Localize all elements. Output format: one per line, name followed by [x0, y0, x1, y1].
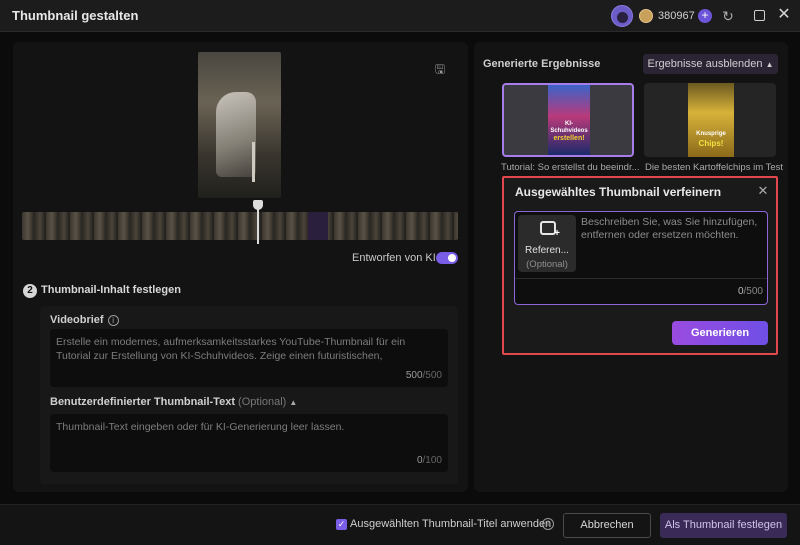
apply-title-label[interactable]: Ausgewählten Thumbnail-Titel anwenden: [350, 518, 551, 530]
video-timeline[interactable]: [22, 212, 458, 240]
save-icon[interactable]: 🖫: [433, 62, 447, 76]
divider: [515, 278, 767, 279]
result-thumbnail-image: Knusprige Chips!: [688, 83, 734, 157]
thumbnail-art-text: KI-Schuhvideos: [550, 121, 588, 134]
preview-shoe-image: [216, 92, 256, 177]
videobrief-label: Videobrief i: [50, 314, 119, 326]
close-window-icon[interactable]: ✕: [775, 5, 793, 25]
reference-optional-label: (Optional): [526, 259, 568, 270]
refine-counter: 0/500: [737, 286, 763, 297]
cancel-button[interactable]: Abbrechen: [563, 513, 651, 538]
thumbnail-preview: [198, 52, 281, 198]
custom-text-counter: 0/100: [416, 455, 442, 466]
custom-text-textarea[interactable]: Thumbnail-Text eingeben oder für KI-Gene…: [50, 414, 448, 472]
custom-text-label: Benutzerdefinierter Thumbnail-Text (Opti…: [50, 396, 298, 408]
chevron-up-icon: ▲: [765, 60, 774, 69]
info-icon[interactable]: i: [107, 315, 119, 326]
step-number-badge: 2: [23, 284, 37, 298]
custom-text-placeholder: Thumbnail-Text eingeben oder für KI-Gene…: [56, 421, 345, 433]
section-title: Thumbnail-Inhalt festlegen: [41, 284, 181, 296]
add-image-icon: [540, 221, 560, 239]
dialog-title: Ausgewähltes Thumbnail verfeinern: [515, 185, 722, 199]
add-credits-button[interactable]: +: [698, 9, 712, 23]
result-thumbnail-image: KI-Schuhvideos erstellen!: [548, 85, 590, 155]
result-caption: Tutorial: So erstellst du beeindr...: [501, 162, 640, 173]
optional-label: (Optional): [238, 396, 287, 408]
reference-image-upload[interactable]: Referen... (Optional): [518, 215, 576, 272]
result-thumbnail[interactable]: Knusprige Chips!: [644, 83, 776, 157]
window-title: Thumbnail gestalten: [12, 8, 139, 23]
credits-count: 380967: [658, 10, 695, 22]
ai-designed-label: Entworfen von KI: [352, 252, 436, 264]
close-icon[interactable]: ✕: [756, 184, 770, 198]
info-icon[interactable]: i: [542, 518, 554, 530]
reference-label: Referen...: [525, 245, 569, 256]
refine-prompt-input[interactable]: Beschreiben Sie, was Sie hinzufügen, ent…: [581, 216, 765, 242]
chevron-up-icon[interactable]: ▲: [289, 398, 297, 407]
preview-heel-image: [252, 142, 255, 182]
ai-designed-toggle[interactable]: [436, 252, 458, 264]
timeline-selected-segment: [308, 212, 328, 240]
restore-window-icon[interactable]: [754, 10, 765, 21]
timeline-playhead[interactable]: [253, 200, 263, 244]
videobrief-textarea[interactable]: Erstelle ein modernes, aufmerksamkeitsst…: [50, 329, 448, 387]
title-bar: Thumbnail gestalten 380967 + ↻ ✕: [0, 0, 800, 32]
refine-thumbnail-dialog: Ausgewähltes Thumbnail verfeinern ✕ Refe…: [502, 176, 778, 355]
avatar-icon[interactable]: [611, 5, 633, 27]
coin-icon: [639, 9, 653, 23]
set-thumbnail-button[interactable]: Als Thumbnail festlegen: [660, 513, 787, 538]
thumbnail-art-text: Knusprige: [696, 131, 726, 137]
videobrief-text: Erstelle ein modernes, aufmerksamkeitsst…: [56, 336, 406, 365]
hide-results-button[interactable]: Ergebnisse ausblenden ▲: [643, 54, 778, 74]
videobrief-counter: 500/500: [405, 370, 442, 381]
results-label: Generierte Ergebnisse: [483, 58, 601, 70]
generate-button[interactable]: Generieren: [672, 321, 768, 345]
result-thumbnail-selected[interactable]: KI-Schuhvideos erstellen!: [502, 83, 634, 157]
apply-title-checkbox[interactable]: ✓: [336, 519, 347, 530]
refresh-icon[interactable]: ↻: [720, 8, 736, 24]
thumbnail-art-text: erstellen!: [553, 135, 585, 142]
refine-input-box[interactable]: Referen... (Optional) Beschreiben Sie, w…: [514, 211, 768, 305]
thumbnail-art-text: Chips!: [698, 139, 724, 148]
result-caption: Die besten Kartoffelchips im Test: [645, 162, 783, 173]
